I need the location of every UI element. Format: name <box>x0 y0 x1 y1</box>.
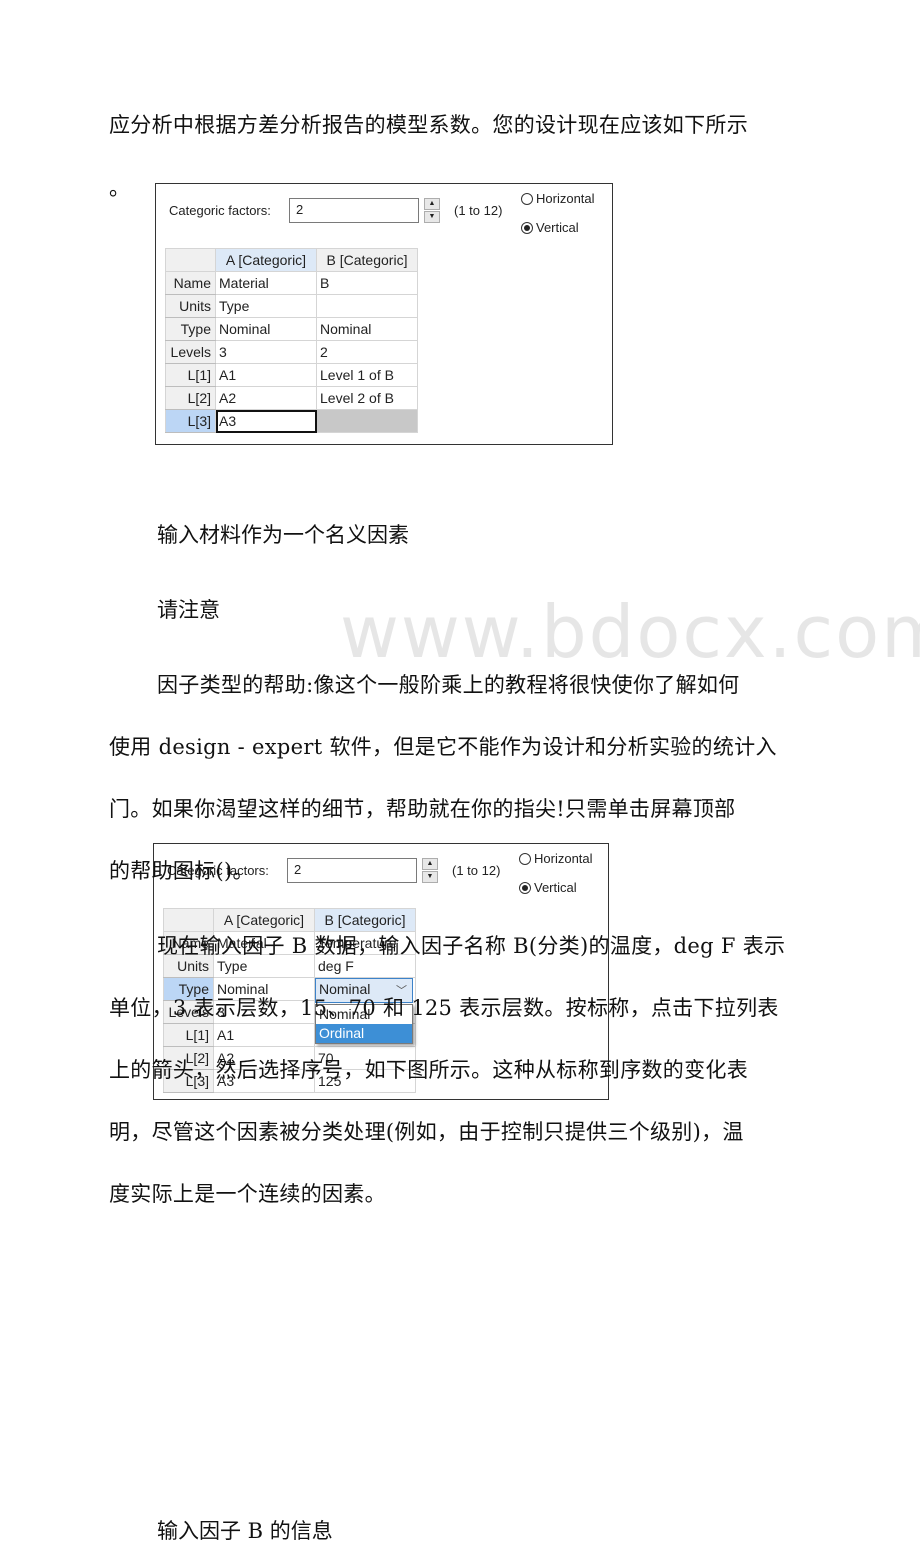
grid-cell[interactable]: Nominal <box>215 317 317 341</box>
caption-1: 输入材料作为一个名义因素 <box>157 523 409 547</box>
factor-b-paragraph-line2: 单位，3 表示层数，15、70 和 125 表示层数。按标称，点击下拉列表 <box>109 996 779 1020</box>
grid-cell[interactable]: A1 <box>213 1023 315 1047</box>
grid-corner <box>163 908 214 932</box>
row-header-selected: L[3] <box>165 409 216 433</box>
column-header-b[interactable]: B [Categoric] <box>316 248 418 272</box>
grid-cell[interactable]: Level 2 of B <box>316 386 418 410</box>
factor-b-paragraph-line5: 度实际上是一个连续的因素。 <box>109 1182 386 1206</box>
column-header-b[interactable]: B [Categoric] <box>314 908 416 932</box>
grid-cell[interactable]: 2 <box>316 340 418 364</box>
grid-cell-disabled <box>316 409 418 433</box>
row-header: L[1] <box>163 1023 214 1047</box>
column-header-a[interactable]: A [Categoric] <box>215 248 317 272</box>
radio-vertical-label: Vertical <box>536 220 579 235</box>
dropdown-option-ordinal[interactable]: Ordinal <box>316 1024 412 1043</box>
row-header: L[1] <box>165 363 216 387</box>
grid-cell[interactable]: Level 1 of B <box>316 363 418 387</box>
grid-cell[interactable]: Nominal <box>316 317 418 341</box>
grid-cell[interactable]: B <box>316 271 418 295</box>
radio-checked-icon <box>521 221 533 234</box>
grid-cell[interactable]: 3 <box>215 340 317 364</box>
grid-cell-editing[interactable]: A3 <box>215 409 317 433</box>
row-header: Name <box>165 271 216 295</box>
row-header: Units <box>165 294 216 318</box>
column-header-a[interactable]: A [Categoric] <box>213 908 315 932</box>
factor-b-paragraph-line4: 明，尽管这个因素被分类处理(例如，由于控制只提供三个级别)，温 <box>109 1120 744 1144</box>
grid-cell[interactable]: Material <box>215 271 317 295</box>
grid-cell[interactable] <box>316 294 418 318</box>
help-paragraph-line4: 的帮助图标()。 <box>109 859 254 883</box>
row-header: L[2] <box>165 386 216 410</box>
caption-2: 输入因子 B 的信息 <box>157 1519 333 1543</box>
factor-grid: A [Categoric] B [Categoric] Name Material… <box>165 248 418 433</box>
grid-cell[interactable]: A1 <box>215 363 317 387</box>
help-paragraph-line3: 门。如果你渴望这样的细节，帮助就在你的指尖!只需单击屏幕顶部 <box>109 797 736 821</box>
categoric-factors-label: Categoric factors: <box>169 203 271 218</box>
spin-down-icon[interactable]: ▼ <box>424 211 440 223</box>
row-header: Type <box>165 317 216 341</box>
factor-dialog-1: Categoric factors: 2 ▲ ▼ (1 to 12) Horiz… <box>155 183 613 445</box>
grid-cell[interactable]: A2 <box>215 386 317 410</box>
intro-paragraph-line1: 应分析中根据方差分析报告的模型系数。您的设计现在应该如下所示 <box>109 113 748 137</box>
help-paragraph-line2: 使用 design - expert 软件，但是它不能作为设计和分析实验的统计入 <box>109 735 777 759</box>
grid-corner <box>165 248 216 272</box>
factor-b-paragraph-line1: 现在输入因子 B 数据，输入因子名称 B(分类)的温度，deg F 表示 <box>157 934 786 958</box>
range-hint: (1 to 12) <box>454 203 503 218</box>
intro-paragraph-line2: 。 <box>109 176 131 200</box>
row-header: Levels <box>165 340 216 364</box>
grid-cell[interactable]: Type <box>215 294 317 318</box>
radio-vertical[interactable]: Vertical <box>521 220 579 235</box>
help-paragraph-line1: 因子类型的帮助:像这个一般阶乘上的教程将很快使你了解如何 <box>157 673 740 697</box>
note-title: 请注意 <box>157 598 220 622</box>
factor-b-paragraph-line3: 上的箭头，然后选择序号，如下图所示。这种从标称到序数的变化表 <box>109 1058 748 1082</box>
